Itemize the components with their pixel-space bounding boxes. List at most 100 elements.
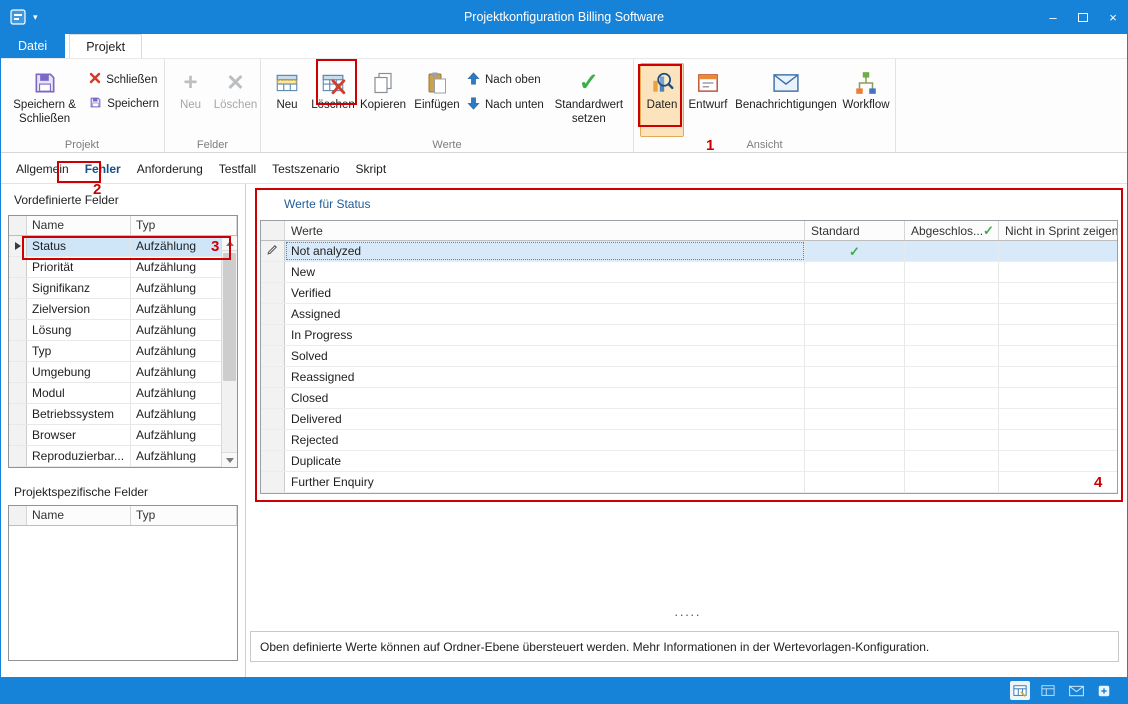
sprint-cell[interactable] [999,367,1117,387]
abgeschlossen-cell[interactable] [905,283,999,303]
field-row[interactable]: BrowserAufzählung [9,425,221,446]
abgeschlossen-cell[interactable] [905,241,999,261]
value-row[interactable]: Solved [261,346,1117,367]
value-row[interactable]: Verified [261,283,1117,304]
statusbar-entwurf-icon[interactable] [1038,681,1058,700]
entwurf-button[interactable]: Entwurf [684,63,732,137]
column-header-standard[interactable]: Standard [805,221,905,240]
scrollbar-thumb[interactable] [223,253,236,381]
field-name-cell[interactable]: Umgebung [27,362,131,382]
field-row[interactable]: UmgebungAufzählung [9,362,221,383]
field-row[interactable]: StatusAufzählung [9,236,221,257]
field-type-cell[interactable]: Aufzählung [131,320,221,340]
field-type-cell[interactable]: Aufzählung [131,341,221,361]
abgeschlossen-cell[interactable] [905,409,999,429]
sprint-cell[interactable] [999,304,1117,324]
sprint-cell[interactable] [999,388,1117,408]
sprint-cell[interactable] [999,409,1117,429]
abgeschlossen-cell[interactable] [905,262,999,282]
felder-loeschen-button[interactable]: ✕ Löschen [213,63,258,137]
value-row[interactable]: Assigned [261,304,1117,325]
sprint-cell[interactable] [999,262,1117,282]
save-and-close-button[interactable]: Speichern & Schließen [3,63,86,137]
field-row[interactable]: PrioritätAufzählung [9,257,221,278]
splitter-grip[interactable]: ····· [674,612,701,618]
value-cell[interactable]: New [285,262,805,282]
field-type-cell[interactable]: Aufzählung [131,404,221,424]
sprint-cell[interactable] [999,241,1117,261]
statusbar-workflow-icon[interactable] [1094,681,1114,700]
field-type-cell[interactable]: Aufzählung [131,425,221,445]
standard-cell[interactable] [805,430,905,450]
standard-cell[interactable] [805,262,905,282]
benachrichtigungen-button[interactable]: Benachrichtigungen [732,63,840,137]
close-window-button[interactable]: × [1098,0,1128,34]
field-row[interactable]: TypAufzählung [9,341,221,362]
scroll-up-button[interactable] [222,236,237,251]
column-header-werte[interactable]: Werte [285,221,805,240]
doc-tab-anforderung[interactable]: Anforderung [129,159,211,179]
kopieren-button[interactable]: Kopieren [356,63,410,137]
column-header-typ[interactable]: Typ [131,216,237,235]
sprint-cell[interactable] [999,451,1117,471]
value-row[interactable]: Delivered [261,409,1117,430]
abgeschlossen-cell[interactable] [905,367,999,387]
field-name-cell[interactable]: Browser [27,425,131,445]
abgeschlossen-cell[interactable] [905,451,999,471]
value-cell[interactable]: Rejected [285,430,805,450]
column-header-typ[interactable]: Typ [131,506,237,525]
value-cell[interactable]: Reassigned [285,367,805,387]
field-name-cell[interactable]: Typ [27,341,131,361]
daten-button[interactable]: Daten [640,63,684,137]
felder-neu-button[interactable]: + Neu [168,63,213,137]
ribbon-tab-projekt[interactable]: Projekt [69,34,142,58]
sprint-cell[interactable] [999,472,1117,492]
sprint-cell[interactable] [999,325,1117,345]
value-row[interactable]: In Progress [261,325,1117,346]
standard-cell[interactable] [805,367,905,387]
value-row[interactable]: Duplicate [261,451,1117,472]
sprint-cell[interactable] [999,430,1117,450]
value-cell[interactable]: Duplicate [285,451,805,471]
app-icon[interactable] [9,8,27,26]
maximize-button[interactable] [1068,0,1098,34]
value-row[interactable]: Rejected [261,430,1117,451]
field-row[interactable]: LösungAufzählung [9,320,221,341]
doc-tab-testszenario[interactable]: Testszenario [264,159,347,179]
minimize-button[interactable]: – [1038,0,1068,34]
ribbon-tab-datei[interactable]: Datei [0,34,65,58]
nach-unten-button[interactable]: Nach unten [467,97,544,113]
standard-cell[interactable]: ✓ [805,241,905,261]
value-row[interactable]: Further Enquiry [261,472,1117,493]
field-row[interactable]: SignifikanzAufzählung [9,278,221,299]
standard-cell[interactable] [805,325,905,345]
column-header-sprint[interactable]: Nicht in Sprint zeigen [999,221,1117,240]
close-button[interactable]: Schließen [89,72,159,87]
abgeschlossen-cell[interactable] [905,304,999,324]
field-type-cell[interactable]: Aufzählung [131,257,221,277]
werte-neu-button[interactable]: Neu [264,63,310,137]
value-cell[interactable]: Closed [285,388,805,408]
field-name-cell[interactable]: Priorität [27,257,131,277]
field-name-cell[interactable]: Lösung [27,320,131,340]
field-name-cell[interactable]: Zielversion [27,299,131,319]
column-header-name[interactable]: Name [27,216,131,235]
field-type-cell[interactable]: Aufzählung [131,299,221,319]
value-cell[interactable]: Delivered [285,409,805,429]
nach-oben-button[interactable]: Nach oben [467,72,544,88]
abgeschlossen-cell[interactable] [905,325,999,345]
werte-loeschen-button[interactable]: Löschen [310,63,356,137]
field-type-cell[interactable]: Aufzählung [131,236,221,256]
doc-tab-allgemein[interactable]: Allgemein [8,159,77,179]
value-cell[interactable]: Assigned [285,304,805,324]
doc-tab-testfall[interactable]: Testfall [211,159,264,179]
standard-cell[interactable] [805,472,905,492]
value-cell[interactable]: Solved [285,346,805,366]
field-type-cell[interactable]: Aufzählung [131,362,221,382]
quick-access-caret-icon[interactable]: ▾ [33,12,38,23]
abgeschlossen-cell[interactable] [905,430,999,450]
abgeschlossen-cell[interactable] [905,388,999,408]
standard-cell[interactable] [805,346,905,366]
field-name-cell[interactable]: Reproduzierbar... [27,446,131,466]
field-type-cell[interactable]: Aufzählung [131,278,221,298]
